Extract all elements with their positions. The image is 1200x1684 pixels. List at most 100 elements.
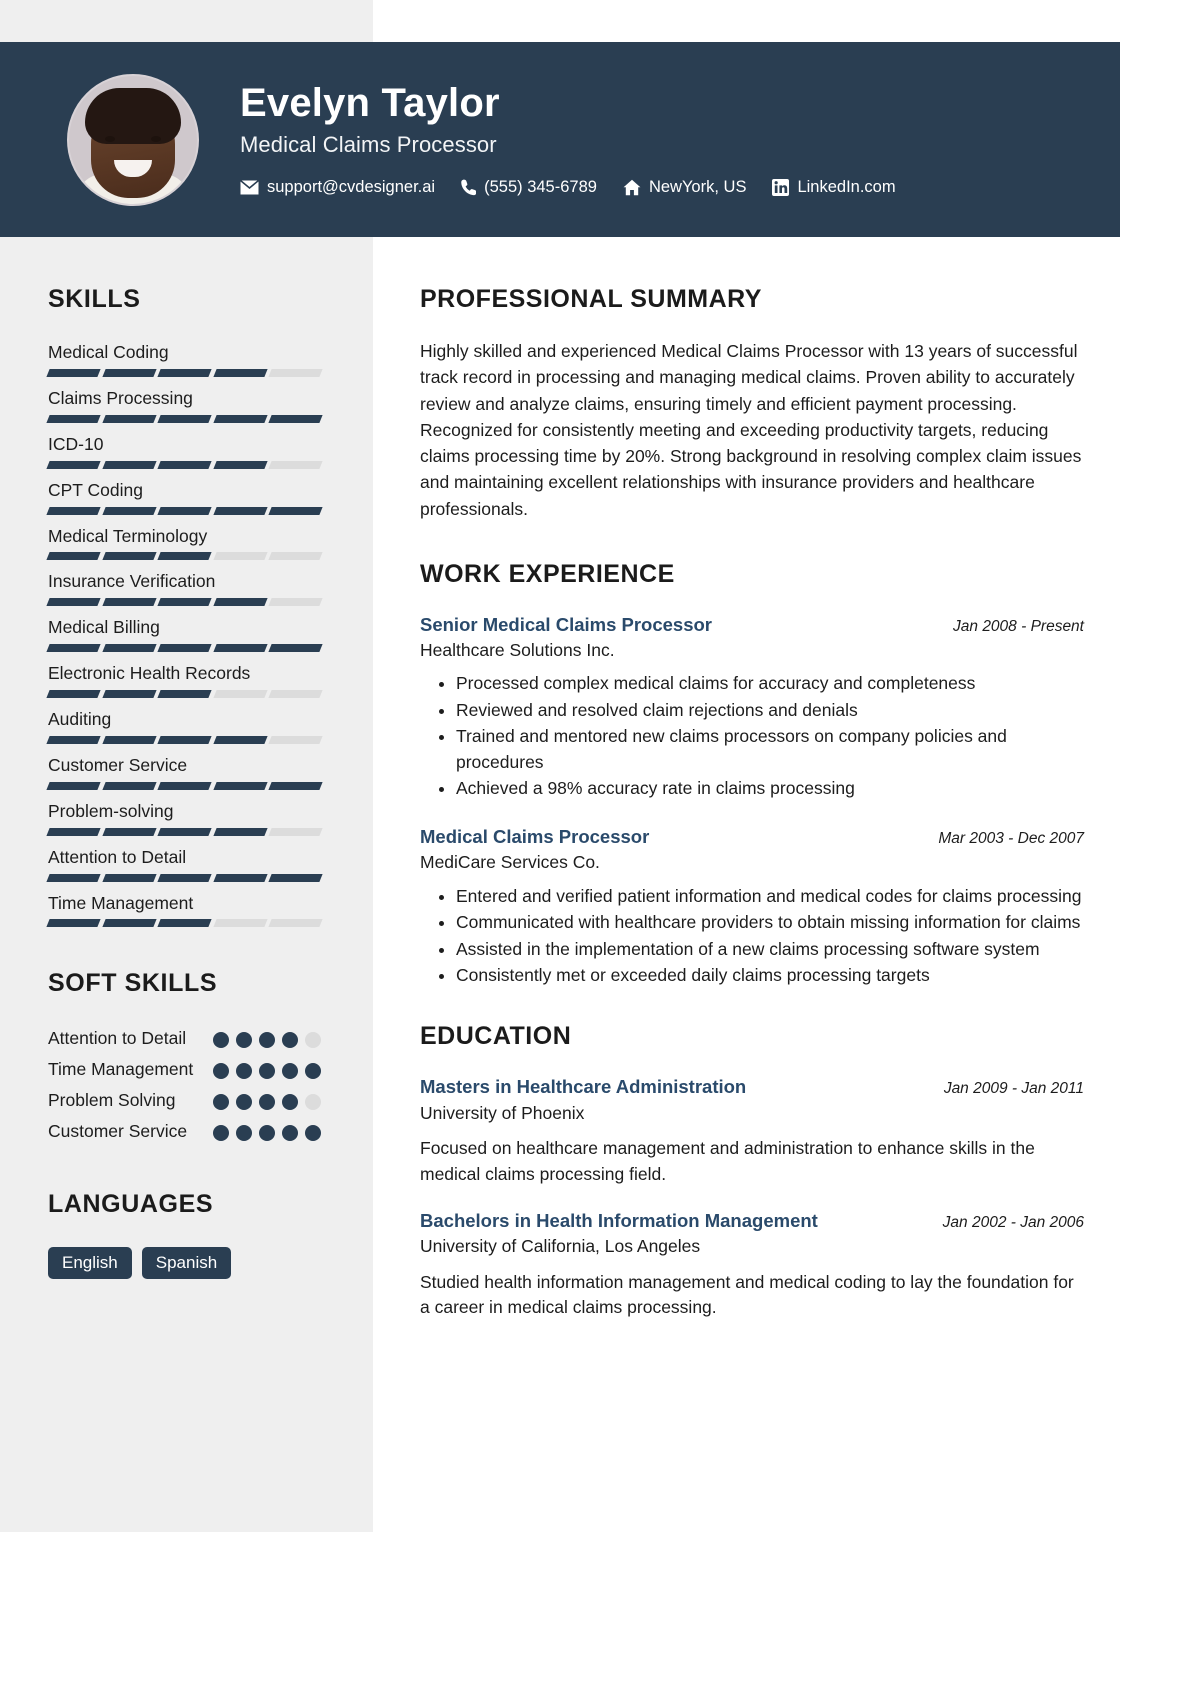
skill-name: Electronic Health Records	[48, 663, 251, 684]
skill-bar-segment	[157, 919, 212, 928]
experience-bullet: Trained and mentored new claims processo…	[456, 724, 1084, 775]
skill-bar-segment	[213, 781, 267, 790]
envelope-icon	[240, 180, 259, 195]
education-list: Masters in Healthcare Administration Jan …	[420, 1075, 1084, 1320]
skill-bar-segment	[101, 552, 156, 561]
skill-bar-segment	[101, 414, 156, 423]
skills-list: Medical Coding Claims Processing ICD-10 CPT…	[46, 342, 323, 928]
contact-linkedin[interactable]: LinkedIn.com	[772, 178, 896, 197]
experience-bullets: Entered and verified patient information…	[420, 884, 1084, 989]
skill-bar-segment	[157, 781, 212, 790]
experience-bullet: Assisted in the implementation of a new …	[456, 937, 1084, 962]
skill-bar-segment	[46, 781, 101, 790]
skill-bar-segment	[213, 414, 267, 423]
soft-skill-item: Customer Service	[48, 1119, 321, 1144]
education-degree: Bachelors in Health Information Manageme…	[420, 1209, 818, 1231]
entry-header: Senior Medical Claims Processor Jan 2008 …	[420, 613, 1084, 637]
education-section: EDUCATION Masters in Healthcare Administ…	[420, 1022, 1084, 1320]
candidate-job-title: Medical Claims Processor	[240, 132, 497, 157]
skill-level-bar	[46, 919, 323, 928]
experience-organization: Healthcare Solutions Inc.	[420, 639, 615, 660]
skill-bar-segment	[46, 368, 101, 377]
language-badge: Spanish	[141, 1246, 232, 1279]
contact-phone-text: (555) 345-6789	[484, 178, 597, 196]
rating-dot	[305, 1063, 321, 1080]
rating-dot	[213, 1063, 229, 1080]
skill-bar-segment	[101, 690, 156, 698]
candidate-name: Evelyn Taylor	[240, 81, 500, 125]
skill-name: Medical Coding	[48, 342, 169, 362]
contact-email-text: support@cvdesigner.ai	[267, 178, 436, 196]
skill-bar-segment	[46, 735, 101, 744]
experience-entry: Senior Medical Claims Processor Jan 2008 …	[420, 613, 1084, 802]
skill-item: Customer Service	[46, 754, 323, 790]
skill-level-bar	[46, 460, 323, 469]
skill-bar-segment	[157, 598, 212, 607]
summary-heading: PROFESSIONAL SUMMARY	[420, 285, 762, 313]
sidebar-inner: SKILLS Medical Coding Claims Processing IC…	[0, 285, 373, 1279]
skill-bar-segment	[268, 690, 323, 698]
contact-phone[interactable]: (555) 345-6789	[461, 178, 597, 197]
skill-name: CPT Coding	[48, 479, 144, 500]
skill-level-bar	[46, 644, 323, 653]
skill-bar-segment	[157, 506, 212, 515]
contact-email[interactable]: support@cvdesigner.ai	[240, 178, 435, 197]
skill-bar-segment	[46, 460, 101, 469]
experience-list: Senior Medical Claims Processor Jan 2008 …	[420, 613, 1084, 989]
page-top-strip	[0, 0, 1120, 42]
skill-level-bar	[46, 873, 323, 882]
education-description: Focused on healthcare management and adm…	[420, 1138, 1035, 1184]
skill-bar-segment	[157, 460, 212, 469]
contact-location[interactable]: NewYork, US	[623, 178, 747, 197]
contact-linkedin-text: LinkedIn.com	[797, 178, 896, 196]
skill-bar-segment	[213, 690, 267, 698]
skill-bar-segment	[101, 873, 156, 882]
skill-bar-segment	[157, 368, 212, 377]
skill-name: Customer Service	[48, 754, 188, 775]
skill-level-bar	[46, 781, 323, 790]
skill-name: Claims Processing	[48, 387, 193, 408]
education-entry: Bachelors in Health Information Manageme…	[420, 1209, 1084, 1320]
rating-dot	[259, 1124, 275, 1141]
header-text-block: Evelyn Taylor Medical Claims Processor s…	[240, 82, 896, 197]
experience-entry: Medical Claims Processor Mar 2003 - Dec 2…	[420, 825, 1084, 988]
skill-bar-segment	[46, 873, 101, 882]
contact-location-text: NewYork, US	[648, 178, 747, 196]
soft-skills-list: Attention to Detail Time Management Proble…	[48, 1026, 321, 1143]
skill-item: Claims Processing	[46, 387, 323, 423]
skill-bar-segment	[101, 644, 156, 653]
skill-name: Medical Terminology	[48, 525, 208, 546]
rating-dot	[213, 1094, 229, 1111]
contact-row: support@cvdesigner.ai (555) 345-6789 New…	[240, 178, 896, 197]
soft-skill-item: Time Management	[48, 1057, 321, 1082]
soft-skill-label: Attention to Detail	[48, 1028, 187, 1049]
avatar-hair	[85, 87, 181, 144]
skill-bar-segment	[46, 598, 101, 607]
languages-section: LANGUAGES English Spanish	[48, 1190, 321, 1279]
skill-bar-segment	[268, 735, 323, 744]
skill-bar-segment	[46, 690, 101, 698]
skill-level-bar	[46, 414, 323, 423]
skill-item: Insurance Verification	[46, 571, 323, 607]
skill-bar-segment	[157, 552, 212, 561]
experience-date: Mar 2003 - Dec 2007	[938, 830, 1084, 848]
rating-dot	[236, 1063, 252, 1080]
rating-dot	[282, 1124, 298, 1141]
skill-bar-segment	[268, 919, 323, 928]
soft-skill-rating	[213, 1119, 321, 1141]
summary-section: PROFESSIONAL SUMMARY Highly skilled and …	[420, 285, 1084, 522]
skill-bar-segment	[101, 735, 156, 744]
skill-item: Problem-solving	[46, 801, 323, 836]
rating-dot	[236, 1124, 252, 1141]
skill-bar-segment	[268, 781, 323, 790]
resume-body: SKILLS Medical Coding Claims Processing IC…	[0, 237, 1120, 1532]
experience-bullet: Consistently met or exceeded daily claim…	[456, 963, 1084, 988]
skill-item: Medical Terminology	[46, 525, 323, 561]
experience-bullet: Achieved a 98% accuracy rate in claims p…	[456, 776, 1084, 801]
experience-section: WORK EXPERIENCE Senior Medical Claims Pr…	[420, 560, 1084, 989]
skill-bar-segment	[213, 598, 267, 607]
skill-bar-segment	[46, 414, 101, 423]
skill-level-bar	[46, 552, 323, 561]
skill-bar-segment	[157, 690, 212, 698]
entry-header: Bachelors in Health Information Manageme…	[420, 1209, 1084, 1233]
